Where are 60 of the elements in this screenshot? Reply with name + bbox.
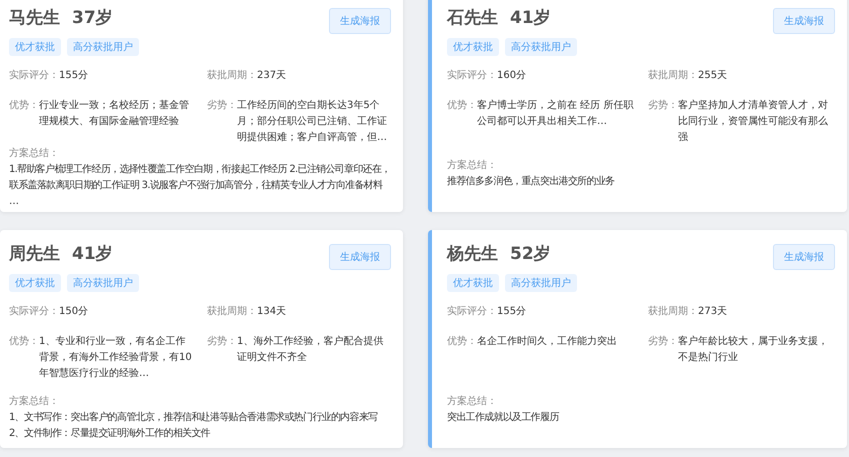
pros-text: 客户博士学历，之前在 经历 所任职公司都可以开具出相关工作… xyxy=(477,98,634,129)
client-age: 41岁 xyxy=(72,242,113,264)
pros-text: 行业专业一致；名校经历；基金管理规模大、有国际金融管理经验 xyxy=(39,98,190,129)
field-label: 方案总结： xyxy=(447,394,498,408)
score-value: 155分 xyxy=(497,304,526,318)
field-label: 劣势： xyxy=(648,98,678,113)
field-label: 获批周期： xyxy=(648,304,698,318)
generate-poster-button[interactable]: 生成海报 xyxy=(329,244,391,270)
tag: 优才获批 xyxy=(447,38,499,56)
field-label: 优势： xyxy=(447,98,477,113)
tag: 高分获批用户 xyxy=(67,274,139,292)
cons-text: 客户坚持加人才清单资管人才，对比同行业，资管属性可能没有那么强 xyxy=(678,98,829,145)
field-label: 实际评分： xyxy=(447,68,497,83)
tag: 高分获批用户 xyxy=(67,38,139,56)
pros-text: 名企工作时间久，工作能力突出 xyxy=(477,334,617,348)
summary-text: 推荐信多多润色，重点突出港交所的业务 xyxy=(447,174,616,189)
summary-text: 1、文书写作：突出客户的高管北京，推荐信和赴港等贴合香港需求或热门行业的内容来写 2、文件制作：尽量提交证明海外工作的相关文件 xyxy=(9,410,378,440)
field-label: 劣势： xyxy=(207,98,237,113)
period-value: 237天 xyxy=(257,69,286,83)
generate-poster-button[interactable]: 生成海报 xyxy=(773,244,835,270)
score-value: 150分 xyxy=(59,304,88,318)
field-label: 方案总结： xyxy=(9,146,60,161)
client-age: 52岁 xyxy=(510,242,551,264)
period-value: 134天 xyxy=(257,304,286,318)
cons-text: 1、海外工作经验，客户配合提供证明文件不齐全 xyxy=(237,334,384,364)
tag: 优才获批 xyxy=(9,38,61,56)
summary-text: 1.帮助客户梳理工作经历，选择性覆盖工作空白期，衔接起工作经历 2.已注销公司章印还在，联系盖落款离职日期的工作证明 3.说服客户不强行加高管分，往精英专业人才方向准备材料 … xyxy=(9,162,391,206)
field-label: 优势： xyxy=(447,334,477,348)
field-label: 劣势： xyxy=(648,334,678,348)
period-value: 273天 xyxy=(698,304,728,318)
field-label: 劣势： xyxy=(207,334,237,348)
field-label: 优势： xyxy=(9,98,39,113)
tag: 高分获批用户 xyxy=(505,274,577,292)
field-label: 方案总结： xyxy=(9,394,60,408)
tag: 优才获批 xyxy=(9,274,61,292)
field-label: 方案总结： xyxy=(447,158,498,173)
pros-text: 1、专业和行业一致，有名企工作背景，有海外工作经验背景，有10年智慧医疗行业的经验… xyxy=(39,334,193,380)
cons-text: 客户年龄比较大，属于业务支援，不是热门行业 xyxy=(678,334,829,364)
field-label: 实际评分： xyxy=(447,304,497,318)
client-name: 周先生 xyxy=(9,242,60,264)
generate-poster-button[interactable]: 生成海报 xyxy=(773,8,835,34)
client-age: 41岁 xyxy=(510,7,551,29)
score-value: 155分 xyxy=(59,69,88,83)
client-age: 37岁 xyxy=(72,7,113,29)
client-name: 杨先生 xyxy=(447,242,498,264)
field-label: 实际评分： xyxy=(9,304,59,318)
generate-poster-button[interactable]: 生成海报 xyxy=(329,8,391,34)
field-label: 获批周期： xyxy=(648,68,698,83)
client-name: 马先生 xyxy=(9,7,60,29)
tag: 优才获批 xyxy=(447,274,499,292)
summary-text: 突出工作成就以及工作履历 xyxy=(447,410,560,424)
score-value: 160分 xyxy=(497,69,526,83)
field-label: 实际评分： xyxy=(9,68,59,83)
field-label: 优势： xyxy=(9,334,39,348)
tag: 高分获批用户 xyxy=(505,38,577,56)
cons-text: 工作经历间的空白期长达3年5个月；部分任职公司已注销、工作证明提供困难；客户自评高管，但… xyxy=(237,98,388,145)
period-value: 255天 xyxy=(698,69,728,83)
field-label: 获批周期： xyxy=(207,68,257,83)
client-name: 石先生 xyxy=(447,7,498,29)
field-label: 获批周期： xyxy=(207,304,257,318)
